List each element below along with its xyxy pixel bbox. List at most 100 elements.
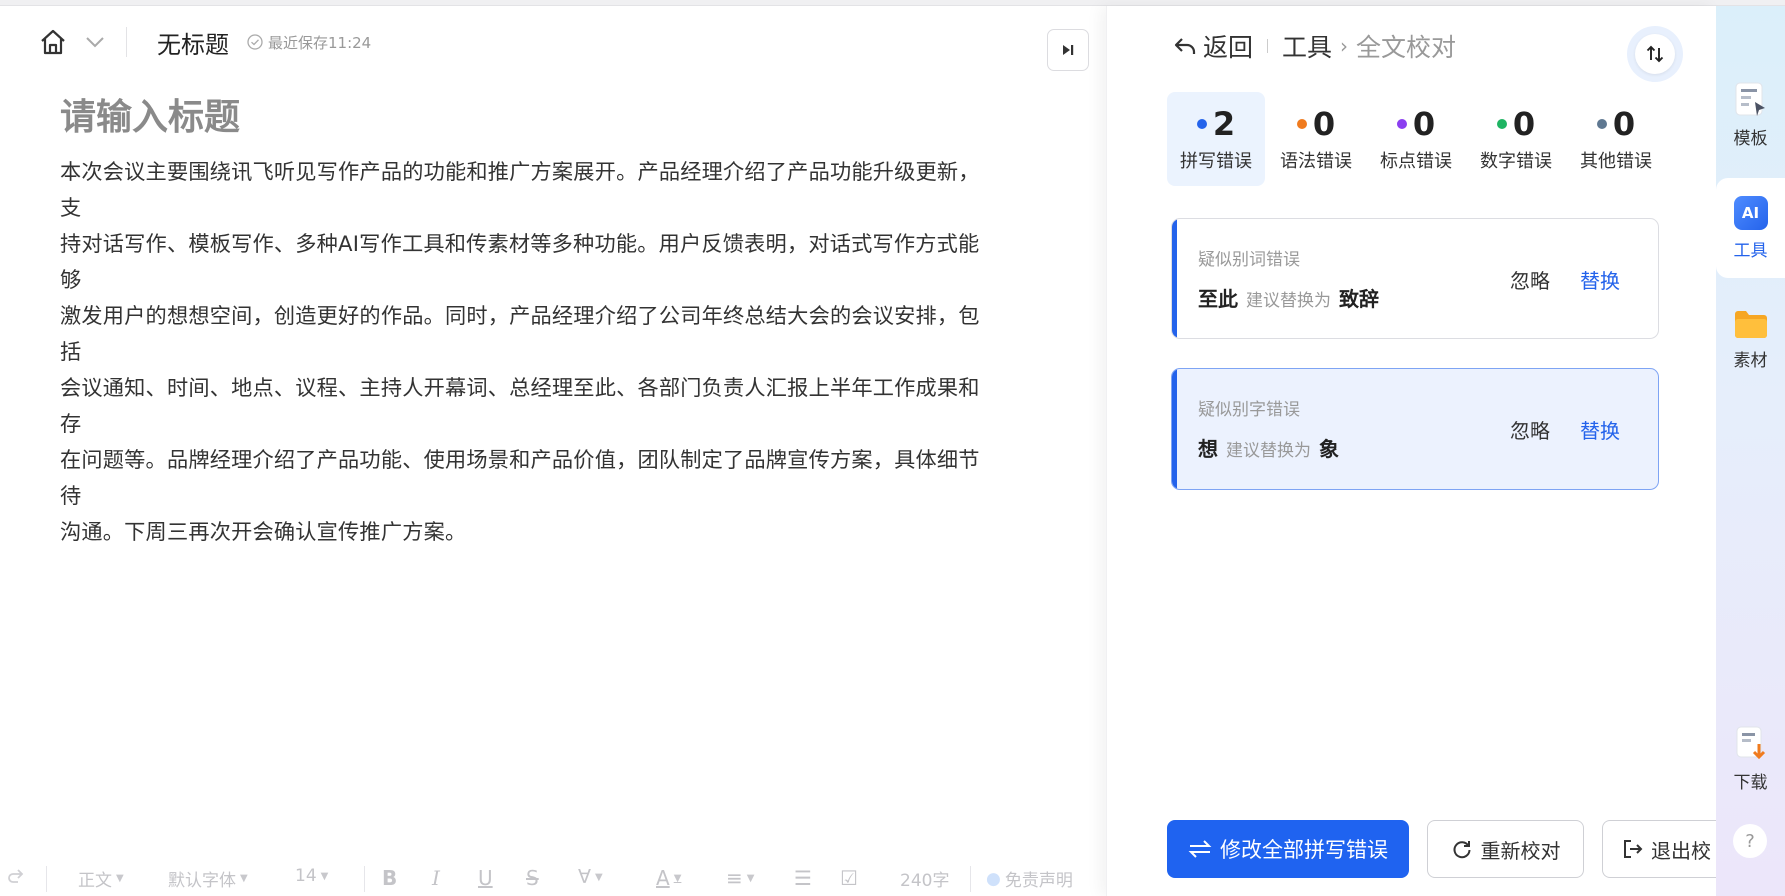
checkbox-icon[interactable]: ☑ — [840, 866, 858, 890]
error-card-selected[interactable]: 疑似别字错误 想 建议替换为 象 忽略 替换 — [1171, 368, 1659, 490]
breadcrumb: 返回 工具 › 全文校对 — [1173, 28, 1456, 64]
replace-button[interactable]: 替换 — [1580, 415, 1620, 444]
ignore-button[interactable]: 忽略 — [1510, 265, 1550, 294]
redo-icon[interactable] — [6, 866, 26, 886]
back-button[interactable]: 返回 — [1173, 28, 1253, 64]
toolbar-divider — [364, 866, 365, 892]
recheck-button[interactable]: 重新校对 — [1427, 820, 1584, 878]
rail-label: 模板 — [1733, 129, 1768, 149]
body-line: 会议通知、时间、地点、议程、主持人开幕词、总经理至此、各部门负责人汇报上半年工作… — [60, 375, 980, 436]
right-rail: 模板 AI 工具 素材 下载 ? — [1716, 6, 1785, 896]
toolbar-divider — [970, 866, 971, 892]
tab-punctuation-errors[interactable]: 0 标点错误 — [1367, 92, 1465, 186]
error-word: 想 — [1198, 437, 1218, 461]
check-circle-icon — [247, 34, 263, 50]
body-line: 沟通。下周三再次开会确认宣传推广方案。 — [60, 519, 467, 544]
proofread-panel: 返回 工具 › 全文校对 2 拼写错误 0 语法错误 0 标点错误 0 数字错误… — [1106, 6, 1720, 896]
green-dot-icon — [1496, 119, 1507, 129]
error-card[interactable]: 疑似别词错误 至此 建议替换为 致辞 忽略 替换 — [1171, 218, 1659, 339]
replace-button[interactable]: 替换 — [1580, 265, 1620, 294]
font-family-value: 默认字体 — [168, 871, 236, 891]
align-icon[interactable]: ≡ ▼ — [726, 866, 754, 890]
caret-down-icon: ▼ — [116, 873, 124, 884]
tab-number-errors[interactable]: 0 数字错误 — [1467, 92, 1565, 186]
ai-tools-icon: AI — [1733, 195, 1768, 230]
header-divider — [126, 27, 127, 57]
action-bar: 修改全部拼写错误 重新校对 退出校 — [1167, 820, 1720, 878]
orange-dot-icon — [1296, 119, 1307, 129]
download-icon — [1736, 726, 1765, 760]
font-size-value: 14 — [295, 866, 317, 886]
document-body[interactable]: 本次会议主要围绕讯飞听见写作产品的功能和推广方案展开。产品经理介绍了产品功能升级… — [60, 154, 990, 550]
error-type: 疑似别词错误 — [1198, 250, 1300, 270]
error-suggestion-line: 至此 建议替换为 致辞 — [1198, 283, 1379, 312]
paragraph-style-value: 正文 — [78, 871, 112, 891]
breadcrumb-current: 全文校对 — [1356, 33, 1457, 62]
error-suggestion-line: 想 建议替换为 象 — [1198, 433, 1339, 462]
fix-all-button[interactable]: 修改全部拼写错误 — [1167, 820, 1409, 878]
template-icon — [1735, 82, 1765, 116]
error-category-tabs: 2 拼写错误 0 语法错误 0 标点错误 0 数字错误 0 其他错误 — [1167, 92, 1665, 186]
editor-header: 无标题 最近保存11:24 — [36, 22, 371, 62]
font-color-icon[interactable]: A ▼ — [656, 866, 681, 890]
exit-button[interactable]: 退出校 — [1602, 820, 1720, 878]
bold-icon[interactable]: B — [382, 866, 397, 890]
exit-icon — [1624, 840, 1643, 858]
tab-grammar-errors[interactable]: 0 语法错误 — [1267, 92, 1365, 186]
category-label: 其他错误 — [1580, 151, 1652, 172]
font-family-select[interactable]: 默认字体 ▼ — [168, 866, 248, 891]
home-icon[interactable] — [36, 25, 70, 59]
exchange-icon — [1188, 840, 1212, 858]
collapse-panel-button[interactable] — [1047, 29, 1089, 71]
suggestion-hint: 建议替换为 — [1246, 291, 1331, 311]
italic-icon[interactable]: I — [432, 866, 440, 890]
ignore-button[interactable]: 忽略 — [1510, 415, 1550, 444]
flame-icon: ● — [986, 868, 1001, 889]
slate-dot-icon — [1596, 119, 1607, 129]
rail-item-tools[interactable]: AI 工具 — [1716, 178, 1785, 278]
tab-spelling-errors[interactable]: 2 拼写错误 — [1167, 92, 1265, 186]
rail-label: 工具 — [1733, 240, 1768, 261]
document-title[interactable]: 无标题 — [157, 25, 229, 60]
refresh-icon — [1453, 841, 1470, 859]
exit-label: 退出校 — [1651, 838, 1711, 863]
category-label: 数字错误 — [1480, 151, 1552, 172]
suggested-word: 致辞 — [1339, 287, 1379, 311]
highlight-icon[interactable]: ∀ ▼ — [578, 866, 603, 888]
rail-item-template[interactable]: 模板 — [1716, 80, 1785, 149]
chevron-down-icon[interactable] — [84, 31, 106, 53]
swap-button[interactable] — [1627, 26, 1683, 82]
category-label: 拼写错误 — [1180, 151, 1252, 172]
fix-all-label: 修改全部拼写错误 — [1220, 838, 1388, 862]
paragraph-style-select[interactable]: 正文 ▼ — [78, 866, 124, 891]
category-label: 标点错误 — [1380, 151, 1452, 172]
purple-dot-icon — [1396, 119, 1407, 129]
word-count: 240字 — [900, 871, 950, 891]
rail-label: 素材 — [1733, 351, 1768, 371]
body-line: 在问题等。品牌经理介绍了产品功能、使用场景和产品价值，团队制定了品牌宣传方案，具… — [60, 447, 980, 508]
rail-item-download[interactable]: 下载 — [1716, 724, 1785, 793]
save-status-text: 最近保存11:24 — [268, 33, 372, 52]
rail-item-material[interactable]: 素材 — [1716, 308, 1785, 371]
swap-icon — [1635, 34, 1675, 74]
disclaimer-link[interactable]: ● 免责声明 — [986, 866, 1073, 892]
toolbar-divider — [46, 866, 47, 892]
font-size-select[interactable]: 14 ▼ — [295, 866, 328, 886]
list-icon[interactable]: ☰ — [794, 866, 812, 890]
caret-down-icon: ▼ — [320, 870, 329, 882]
strikethrough-icon[interactable]: S — [526, 866, 539, 890]
blue-dot-icon — [1196, 119, 1207, 129]
tab-other-errors[interactable]: 0 其他错误 — [1567, 92, 1665, 186]
help-icon[interactable]: ? — [1733, 824, 1767, 858]
back-arrow-icon — [1174, 38, 1196, 54]
title-input[interactable]: 请输入标题 — [60, 88, 240, 140]
folder-icon — [1734, 311, 1767, 338]
error-type: 疑似别字错误 — [1198, 400, 1300, 420]
category-count: 0 — [1512, 105, 1536, 143]
body-line: 激发用户的想想空间，创造更好的作品。同时，产品经理介绍了公司年终总结大会的会议安… — [60, 303, 980, 364]
suggested-word: 象 — [1319, 437, 1339, 461]
back-label: 返回 — [1203, 33, 1254, 62]
category-count: 0 — [1312, 105, 1336, 143]
breadcrumb-tools[interactable]: 工具 — [1282, 28, 1332, 64]
underline-icon[interactable]: U — [478, 866, 493, 890]
